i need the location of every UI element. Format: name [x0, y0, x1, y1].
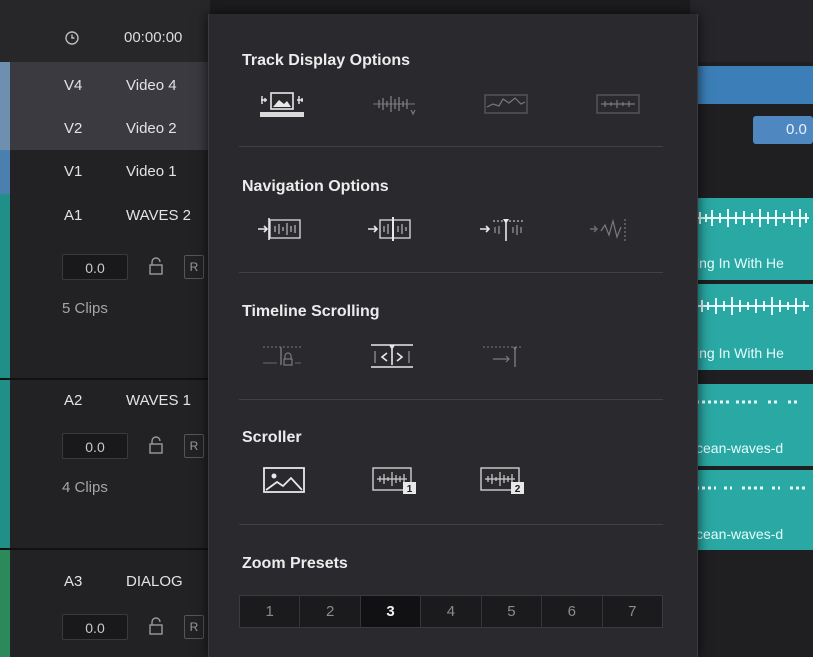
zoom-presets-bar: 1 2 3 4 5 6 7 — [239, 595, 663, 628]
image-scroller-icon[interactable] — [261, 466, 307, 494]
timecode-row: 00:00:00 — [0, 0, 210, 62]
waveform-line-icon[interactable] — [483, 90, 529, 118]
waveform — [696, 486, 806, 490]
track-name[interactable]: Video 2 — [126, 120, 177, 137]
track-row-a1[interactable]: A1 WAVES 2 0.0 R 5 Clips — [0, 194, 210, 378]
page-scroll-icon[interactable] — [369, 341, 415, 369]
track-color-strip — [0, 380, 10, 548]
section-divider — [239, 399, 663, 400]
timeline-ruler[interactable] — [690, 0, 813, 62]
svg-text:2: 2 — [515, 484, 521, 494]
video-clip-value: 0.0 — [786, 121, 807, 138]
smooth-scroll-icon[interactable] — [479, 341, 525, 369]
section-title-scroller: Scroller — [242, 429, 302, 446]
video-clip-v4[interactable] — [690, 66, 813, 104]
waveform — [694, 297, 809, 315]
track-row-a2[interactable]: A2 WAVES 1 0.0 R 4 Clips — [0, 380, 210, 548]
track-id: V4 — [64, 77, 83, 94]
track-row-v2[interactable]: V2 Video 2 — [0, 108, 210, 150]
track-id: A1 — [64, 207, 83, 224]
track-name[interactable]: WAVES 2 — [126, 207, 191, 224]
zoom-preset-2[interactable]: 2 — [300, 596, 361, 627]
lock-icon[interactable] — [148, 616, 164, 636]
track-color-strip — [0, 194, 10, 378]
track-color-strip — [0, 150, 10, 194]
track-row-v4[interactable]: V4 Video 4 — [0, 62, 210, 108]
track-color-strip — [0, 62, 10, 108]
zoom-preset-3[interactable]: 3 — [360, 596, 422, 627]
zoom-preset-5[interactable]: 5 — [482, 596, 543, 627]
track-name[interactable]: DIALOG — [126, 573, 183, 590]
track-name[interactable]: Video 1 — [126, 163, 177, 180]
zoom-preset-1[interactable]: 1 — [240, 596, 301, 627]
zoom-preset-4[interactable]: 4 — [421, 596, 482, 627]
lock-icon[interactable] — [148, 435, 164, 455]
audio-clip-label: ing In With He — [696, 255, 784, 271]
volume-field[interactable]: 0.0 — [62, 433, 128, 459]
track-color-strip — [0, 550, 10, 657]
track-row-a3[interactable]: A3 DIALOG 0.0 R — [0, 550, 210, 657]
waveform — [694, 209, 809, 227]
track-name[interactable]: WAVES 1 — [126, 392, 191, 409]
clip-count: 4 Clips — [62, 479, 108, 496]
section-title-timeline-scrolling: Timeline Scrolling — [242, 303, 380, 320]
track-id: V1 — [64, 163, 83, 180]
section-title-zoom-presets: Zoom Presets — [242, 555, 348, 572]
clip-count: 5 Clips — [62, 300, 108, 317]
audio-clip-label: ing In With He — [696, 345, 784, 361]
track-name[interactable]: Video 4 — [126, 77, 177, 94]
audio-clip-label: cean-waves-d — [696, 440, 784, 456]
waveform-compact-icon[interactable] — [595, 90, 641, 118]
timecode-display: 00:00:00 — [124, 29, 183, 46]
section-divider — [239, 272, 663, 273]
no-scroll-icon[interactable] — [259, 341, 305, 369]
clock-icon — [65, 31, 79, 45]
lock-icon[interactable] — [148, 256, 164, 276]
svg-text:1: 1 — [407, 484, 413, 494]
record-arm-button[interactable]: R — [184, 615, 204, 639]
zoom-preset-7[interactable]: 7 — [603, 596, 662, 627]
record-arm-button[interactable]: R — [184, 255, 204, 279]
track-row-v1[interactable]: V1 Video 1 — [0, 150, 210, 194]
volume-field[interactable]: 0.0 — [62, 614, 128, 640]
track-id: A3 — [64, 573, 83, 590]
timeline-view-options-popup: Track Display Options Navigation Options — [208, 14, 698, 657]
audio-clip-label: cean-waves-d — [696, 526, 784, 542]
track-color-strip — [0, 108, 10, 150]
thumbnail-waveform-icon[interactable] — [259, 90, 305, 118]
snap-waveform-icon[interactable] — [589, 215, 635, 243]
snap-playhead-icon[interactable] — [479, 215, 525, 243]
record-arm-button[interactable]: R — [184, 434, 204, 458]
track-id: V2 — [64, 120, 83, 137]
track-header-panel: 00:00:00 V4 Video 4 V2 Video 2 V1 Video … — [0, 0, 210, 657]
volume-field[interactable]: 0.0 — [62, 254, 128, 280]
snap-clip-icon[interactable] — [257, 215, 303, 243]
section-divider — [239, 524, 663, 525]
track-id: A2 — [64, 392, 83, 409]
snap-edit-icon[interactable] — [367, 215, 413, 243]
waveform-only-icon[interactable] — [371, 90, 417, 118]
section-title-track-display: Track Display Options — [242, 52, 411, 69]
zoom-preset-6[interactable]: 6 — [542, 596, 603, 627]
section-divider — [239, 146, 663, 147]
waveform — [696, 400, 800, 404]
waveform-scroller-2-icon[interactable]: 2 — [479, 466, 525, 494]
section-title-navigation: Navigation Options — [242, 178, 389, 195]
waveform-scroller-1-icon[interactable]: 1 — [371, 466, 417, 494]
